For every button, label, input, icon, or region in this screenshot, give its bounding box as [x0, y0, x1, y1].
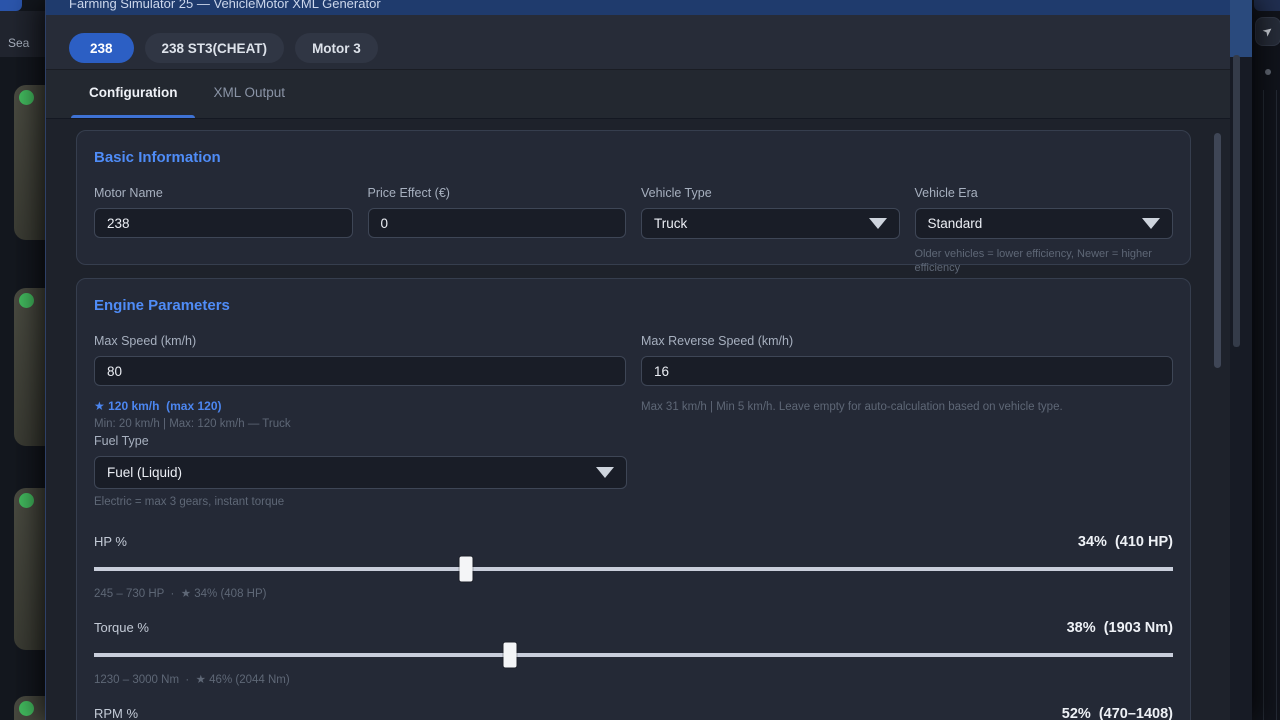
hp-slider-thumb[interactable]	[460, 556, 473, 581]
dialog-scrollbar-thumb[interactable]	[1230, 0, 1252, 57]
max-speed-input[interactable]	[94, 356, 626, 386]
torque-slider-label: Torque %	[94, 620, 149, 635]
basic-information-section: Basic Information Motor Name Price Effec…	[76, 130, 1191, 265]
navbar-fragment	[0, 0, 22, 11]
torque-slider-value: 38% (1903 Nm)	[1067, 620, 1173, 636]
fuel-type-label: Fuel Type	[94, 434, 627, 448]
background-page-left: Sea	[0, 0, 46, 720]
hp-slider-hint: 245 – 730 HP · ★ 34% (408 HP)	[94, 586, 1173, 600]
chevron-down-icon	[1142, 218, 1160, 229]
vehicle-type-field-group: Vehicle Type Truck	[641, 186, 900, 276]
motor-tab-motor-3[interactable]: Motor 3	[295, 33, 378, 63]
view-tab-bar: Configuration XML Output	[46, 70, 1252, 119]
max-reverse-speed-label: Max Reverse Speed (km/h)	[641, 334, 1173, 348]
rpm-slider-value: 52% (470–1408)	[1062, 706, 1173, 720]
hp-slider[interactable]	[94, 556, 1173, 581]
bullet-icon	[1265, 69, 1271, 75]
fuel-type-hint: Electric = max 3 gears, instant torque	[94, 496, 627, 508]
vehicle-type-value: Truck	[654, 216, 687, 231]
status-dot-icon	[19, 701, 34, 716]
motor-tab-bar: 238 238 ST3(CHEAT) Motor 3	[46, 15, 1252, 70]
fuel-type-select[interactable]: Fuel (Liquid)	[94, 456, 627, 489]
navbar-fragment	[1254, 0, 1280, 11]
dialog-title-bar: Farming Simulator 25 — VehicleMotor XML …	[46, 0, 1252, 15]
dialog-scrollbar-thin-thumb[interactable]	[1233, 55, 1240, 347]
vehicle-type-select[interactable]: Truck	[641, 208, 900, 239]
torque-slider-group: Torque % 38% (1903 Nm) 1230 – 3000 Nm · …	[94, 620, 1173, 686]
screen: Sea ➤ Farming Simulator 25 — VehicleMoto…	[0, 0, 1280, 720]
fuel-type-value: Fuel (Liquid)	[107, 465, 182, 480]
status-dot-icon	[19, 90, 34, 105]
max-reverse-speed-input[interactable]	[641, 356, 1173, 386]
tab-xml-output[interactable]: XML Output	[195, 70, 303, 118]
fuel-type-field-group: Fuel Type Fuel (Liquid) Electric = max 3…	[94, 434, 627, 508]
max-speed-range-hint: Min: 20 km/h | Max: 120 km/h — Truck	[94, 418, 626, 430]
background-header-strip	[0, 11, 46, 57]
price-effect-field-group: Price Effect (€)	[368, 186, 627, 276]
content-scrollbar-thumb[interactable]	[1214, 133, 1221, 368]
motor-name-label: Motor Name	[94, 186, 353, 200]
tab-configuration[interactable]: Configuration	[71, 70, 195, 118]
send-button[interactable]: ➤	[1255, 17, 1280, 46]
motor-tab-238-st3-cheat[interactable]: 238 ST3(CHEAT)	[145, 33, 285, 63]
torque-slider[interactable]	[94, 642, 1173, 667]
vehicle-era-hint: Older vehicles = lower efficiency, Newer…	[915, 247, 1174, 276]
status-dot-icon	[19, 293, 34, 308]
price-effect-input[interactable]	[368, 208, 627, 238]
divider	[1263, 90, 1264, 720]
max-reverse-speed-hint: Max 31 km/h | Min 5 km/h. Leave empty fo…	[641, 401, 1173, 413]
dialog-title: Farming Simulator 25 — VehicleMotor XML …	[69, 0, 1252, 11]
vehicle-era-select[interactable]: Standard	[915, 208, 1174, 239]
max-reverse-speed-field-group: Max Reverse Speed (km/h) Max 31 km/h | M…	[641, 334, 1173, 430]
hp-slider-group: HP % 34% (410 HP) 245 – 730 HP · ★ 34% (…	[94, 534, 1173, 600]
max-speed-field-group: Max Speed (km/h) ★ 120 km/h (max 120) Mi…	[94, 334, 626, 430]
motor-name-field-group: Motor Name	[94, 186, 353, 276]
vehiclemotor-generator-dialog: Farming Simulator 25 — VehicleMotor XML …	[45, 0, 1252, 720]
send-icon: ➤	[1256, 18, 1280, 45]
price-effect-label: Price Effect (€)	[368, 186, 627, 200]
vehicle-era-field-group: Vehicle Era Standard Older vehicles = lo…	[915, 186, 1174, 276]
chevron-down-icon	[869, 218, 887, 229]
rpm-slider-label: RPM %	[94, 706, 138, 720]
configuration-panel: Basic Information Motor Name Price Effec…	[46, 130, 1252, 720]
chevron-down-icon	[596, 467, 614, 478]
hp-slider-label: HP %	[94, 534, 127, 549]
rpm-slider-group: RPM % 52% (470–1408) 550 – 2200 RPM · ★ …	[94, 706, 1173, 720]
vehicle-era-label: Vehicle Era	[915, 186, 1174, 200]
torque-slider-thumb[interactable]	[504, 642, 517, 667]
torque-slider-hint: 1230 – 3000 Nm · ★ 46% (2044 Nm)	[94, 672, 1173, 686]
divider	[1276, 90, 1277, 720]
section-heading: Engine Parameters	[94, 297, 1173, 314]
dialog-scrollbar[interactable]	[1230, 0, 1252, 720]
motor-name-input[interactable]	[94, 208, 353, 238]
max-speed-recommended-hint: ★ 120 km/h (max 120)	[94, 399, 626, 413]
hp-slider-value: 34% (410 HP)	[1078, 534, 1173, 550]
motor-tab-238[interactable]: 238	[69, 33, 134, 63]
engine-parameters-section: Engine Parameters Max Speed (km/h) ★ 120…	[76, 278, 1191, 720]
vehicle-type-label: Vehicle Type	[641, 186, 900, 200]
section-heading: Basic Information	[94, 149, 1173, 166]
search-input[interactable]: Sea	[8, 36, 29, 50]
max-speed-label: Max Speed (km/h)	[94, 334, 626, 348]
status-dot-icon	[19, 493, 34, 508]
vehicle-era-value: Standard	[928, 216, 983, 231]
background-page-right: ➤	[1252, 0, 1280, 720]
